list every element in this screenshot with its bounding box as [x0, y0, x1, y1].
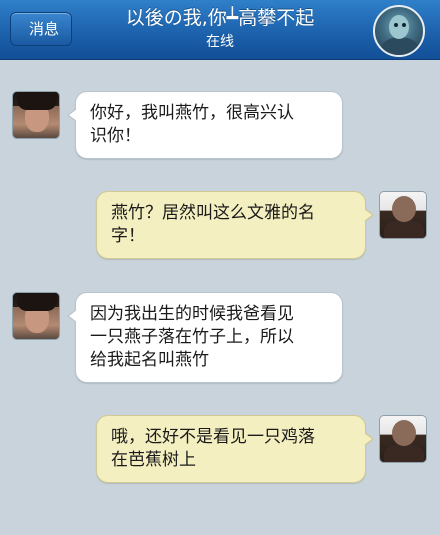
contact-avatar[interactable]	[12, 91, 60, 139]
message-bubble-outgoing[interactable]: 燕竹？居然叫这么文雅的名 字！	[96, 191, 374, 259]
online-status: 在线	[206, 34, 234, 50]
message-bubble-outgoing[interactable]: 哦，还好不是看见一只鸡落 在芭蕉树上	[96, 415, 374, 483]
my-avatar[interactable]	[379, 191, 427, 239]
message-line: 在芭蕉树上	[111, 450, 196, 470]
back-button-label: 消息	[29, 20, 60, 38]
message-line: 因为我出生的时候我爸看见	[90, 304, 294, 324]
message-line: 字！	[111, 226, 145, 246]
message-line: 给我起名叫燕竹	[90, 350, 209, 370]
back-button[interactable]: 消息	[10, 12, 73, 46]
message-line: 一只燕子落在竹子上，所以	[90, 327, 294, 347]
message-line: 哦，还好不是看见一只鸡落	[111, 427, 315, 447]
chat-header: 消息 以後の我,你┷高攀不起 在线	[0, 0, 440, 60]
message-line: 你好，我叫燕竹，很高兴认	[90, 103, 294, 123]
message-line: 燕竹？居然叫这么文雅的名	[111, 203, 315, 223]
contact-name: 以後の我,你┷高攀不起	[125, 7, 315, 29]
contact-avatar-header[interactable]	[373, 5, 425, 57]
my-avatar[interactable]	[379, 415, 427, 463]
message-bubble-incoming[interactable]: 你好，我叫燕竹，很高兴认 识你！	[67, 91, 343, 159]
message-bubble-incoming[interactable]: 因为我出生的时候我爸看见 一只燕子落在竹子上，所以 给我起名叫燕竹	[67, 292, 343, 383]
contact-avatar[interactable]	[12, 292, 60, 340]
message-line: 识你！	[90, 126, 141, 146]
